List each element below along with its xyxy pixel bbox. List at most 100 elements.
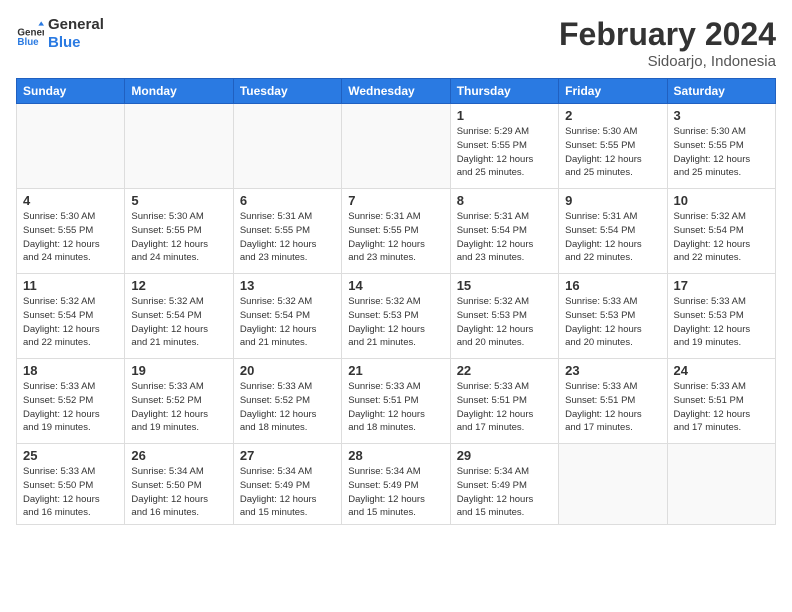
calendar-week-row: 1 Sunrise: 5:29 AM Sunset: 5:55 PM Daylig… [17,104,776,189]
day-number: 2 [565,108,660,123]
day-info: Sunrise: 5:34 AM Sunset: 5:50 PM Dayligh… [131,465,226,520]
day-number: 25 [23,448,118,463]
calendar-cell: 16Sunrise: 5:33 AM Sunset: 5:53 PM Dayli… [559,274,667,359]
calendar-cell: 21 Sunrise: 5:33 AM Sunset: 5:51 PM Dayli… [342,359,450,444]
calendar-cell: 23 Sunrise: 5:33 AM Sunset: 5:51 PM Dayli… [559,359,667,444]
calendar-cell: 2 Sunrise: 5:30 AM Sunset: 5:55 PM Daylig… [559,104,667,189]
calendar-week-row: 4Sunrise: 5:30 AM Sunset: 5:55 PM Daylig… [17,189,776,274]
logo-general: General [48,16,104,34]
day-number: 20 [240,363,335,378]
day-number: 9 [565,193,660,208]
day-info: Sunrise: 5:32 AM Sunset: 5:54 PM Dayligh… [131,295,226,350]
day-info: Sunrise: 5:32 AM Sunset: 5:53 PM Dayligh… [457,295,552,350]
calendar-cell: 28 Sunrise: 5:34 AM Sunset: 5:49 PM Dayli… [342,444,450,525]
calendar-cell: 27Sunrise: 5:34 AM Sunset: 5:49 PM Dayli… [233,444,341,525]
calendar-cell: 9 Sunrise: 5:31 AM Sunset: 5:54 PM Daylig… [559,189,667,274]
day-number: 23 [565,363,660,378]
day-number: 3 [674,108,769,123]
calendar-cell: 25 Sunrise: 5:33 AM Sunset: 5:50 PM Dayli… [17,444,125,525]
calendar-week-row: 11 Sunrise: 5:32 AM Sunset: 5:54 PM Dayli… [17,274,776,359]
calendar-table: SundayMondayTuesdayWednesdayThursdayFrid… [16,78,776,525]
day-info: Sunrise: 5:31 AM Sunset: 5:54 PM Dayligh… [565,210,660,265]
day-number: 28 [348,448,443,463]
day-info: Sunrise: 5:33 AM Sunset: 5:50 PM Dayligh… [23,465,118,520]
calendar-cell: 18 Sunrise: 5:33 AM Sunset: 5:52 PM Dayli… [17,359,125,444]
location-subtitle: Sidoarjo, Indonesia [559,53,776,70]
day-number: 26 [131,448,226,463]
day-number: 18 [23,363,118,378]
calendar-cell: 3 Sunrise: 5:30 AM Sunset: 5:55 PM Daylig… [667,104,775,189]
day-info: Sunrise: 5:33 AM Sunset: 5:51 PM Dayligh… [565,380,660,435]
day-number: 22 [457,363,552,378]
weekday-header-tuesday: Tuesday [233,79,341,104]
day-info: Sunrise: 5:33 AM Sunset: 5:51 PM Dayligh… [457,380,552,435]
day-number: 13 [240,278,335,293]
calendar-cell: 13 Sunrise: 5:32 AM Sunset: 5:54 PM Dayli… [233,274,341,359]
weekday-header-wednesday: Wednesday [342,79,450,104]
day-info: Sunrise: 5:30 AM Sunset: 5:55 PM Dayligh… [23,210,118,265]
day-number: 24 [674,363,769,378]
day-info: Sunrise: 5:32 AM Sunset: 5:54 PM Dayligh… [23,295,118,350]
calendar-cell: 19 Sunrise: 5:33 AM Sunset: 5:52 PM Dayli… [125,359,233,444]
day-number: 21 [348,363,443,378]
day-number: 15 [457,278,552,293]
day-number: 14 [348,278,443,293]
day-info: Sunrise: 5:34 AM Sunset: 5:49 PM Dayligh… [457,465,552,520]
calendar-cell: 7Sunrise: 5:31 AM Sunset: 5:55 PM Daylig… [342,189,450,274]
day-info: Sunrise: 5:30 AM Sunset: 5:55 PM Dayligh… [565,125,660,180]
svg-text:Blue: Blue [17,37,39,48]
day-info: Sunrise: 5:32 AM Sunset: 5:54 PM Dayligh… [240,295,335,350]
day-info: Sunrise: 5:31 AM Sunset: 5:55 PM Dayligh… [240,210,335,265]
day-info: Sunrise: 5:34 AM Sunset: 5:49 PM Dayligh… [240,465,335,520]
calendar-week-row: 18 Sunrise: 5:33 AM Sunset: 5:52 PM Dayli… [17,359,776,444]
day-number: 10 [674,193,769,208]
day-number: 19 [131,363,226,378]
day-info: Sunrise: 5:33 AM Sunset: 5:52 PM Dayligh… [23,380,118,435]
day-number: 11 [23,278,118,293]
day-number: 29 [457,448,552,463]
calendar-cell: 10Sunrise: 5:32 AM Sunset: 5:54 PM Dayli… [667,189,775,274]
day-info: Sunrise: 5:33 AM Sunset: 5:52 PM Dayligh… [131,380,226,435]
day-info: Sunrise: 5:33 AM Sunset: 5:51 PM Dayligh… [348,380,443,435]
day-number: 12 [131,278,226,293]
calendar-cell [667,444,775,525]
weekday-header-saturday: Saturday [667,79,775,104]
calendar-cell [342,104,450,189]
calendar-cell: 11 Sunrise: 5:32 AM Sunset: 5:54 PM Dayli… [17,274,125,359]
calendar-cell: 22 Sunrise: 5:33 AM Sunset: 5:51 PM Dayli… [450,359,558,444]
calendar-cell: 24 Sunrise: 5:33 AM Sunset: 5:51 PM Dayli… [667,359,775,444]
day-number: 17 [674,278,769,293]
calendar-cell: 17 Sunrise: 5:33 AM Sunset: 5:53 PM Dayli… [667,274,775,359]
logo-blue: Blue [48,34,104,52]
calendar-cell: 6 Sunrise: 5:31 AM Sunset: 5:55 PM Daylig… [233,189,341,274]
weekday-header-row: SundayMondayTuesdayWednesdayThursdayFrid… [17,79,776,104]
weekday-header-friday: Friday [559,79,667,104]
weekday-header-sunday: Sunday [17,79,125,104]
day-number: 5 [131,193,226,208]
calendar-cell: 12 Sunrise: 5:32 AM Sunset: 5:54 PM Dayli… [125,274,233,359]
calendar-cell: 29 Sunrise: 5:34 AM Sunset: 5:49 PM Dayli… [450,444,558,525]
day-info: Sunrise: 5:30 AM Sunset: 5:55 PM Dayligh… [674,125,769,180]
day-number: 1 [457,108,552,123]
day-info: Sunrise: 5:33 AM Sunset: 5:51 PM Dayligh… [674,380,769,435]
day-info: Sunrise: 5:30 AM Sunset: 5:55 PM Dayligh… [131,210,226,265]
logo: General Blue General Blue [16,16,104,52]
calendar-cell: 1 Sunrise: 5:29 AM Sunset: 5:55 PM Daylig… [450,104,558,189]
day-info: Sunrise: 5:31 AM Sunset: 5:54 PM Dayligh… [457,210,552,265]
logo-icon: General Blue [16,20,44,48]
calendar-cell: 5 Sunrise: 5:30 AM Sunset: 5:55 PM Daylig… [125,189,233,274]
day-info: Sunrise: 5:33 AM Sunset: 5:52 PM Dayligh… [240,380,335,435]
day-number: 6 [240,193,335,208]
calendar-cell: 26 Sunrise: 5:34 AM Sunset: 5:50 PM Dayli… [125,444,233,525]
calendar-cell [233,104,341,189]
day-info: Sunrise: 5:29 AM Sunset: 5:55 PM Dayligh… [457,125,552,180]
day-info: Sunrise: 5:34 AM Sunset: 5:49 PM Dayligh… [348,465,443,520]
day-number: 8 [457,193,552,208]
day-number: 16 [565,278,660,293]
day-info: Sunrise: 5:31 AM Sunset: 5:55 PM Dayligh… [348,210,443,265]
calendar-cell: 15 Sunrise: 5:32 AM Sunset: 5:53 PM Dayli… [450,274,558,359]
day-info: Sunrise: 5:33 AM Sunset: 5:53 PM Dayligh… [674,295,769,350]
calendar-week-row: 25 Sunrise: 5:33 AM Sunset: 5:50 PM Dayli… [17,444,776,525]
title-block: February 2024 Sidoarjo, Indonesia [559,16,776,70]
calendar-cell: 8 Sunrise: 5:31 AM Sunset: 5:54 PM Daylig… [450,189,558,274]
